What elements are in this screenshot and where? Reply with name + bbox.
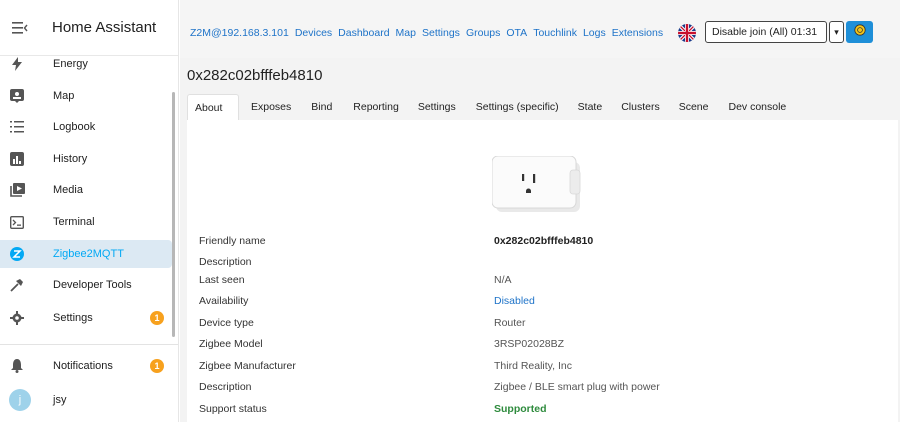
- settings-badge: 1: [150, 311, 164, 325]
- field-label: Friendly name: [199, 235, 266, 247]
- sun-icon: [853, 23, 866, 41]
- field-label: Description: [199, 381, 252, 393]
- sidebar-item-label: Logbook: [53, 121, 96, 133]
- tab-bind[interactable]: Bind: [311, 94, 332, 120]
- top-bar: Z2M@192.168.3.101 Devices Dashboard Map …: [180, 0, 900, 58]
- field-label: Support status: [199, 403, 267, 415]
- notifications-badge: 1: [150, 359, 164, 373]
- nav-groups-link[interactable]: Groups: [466, 27, 500, 39]
- user-name[interactable]: jsy: [53, 394, 66, 406]
- tab-clusters[interactable]: Clusters: [621, 94, 660, 120]
- field-value: Router: [494, 317, 526, 329]
- about-panel: Friendly name 0x282c02bfffeb4810 Descrip…: [187, 120, 898, 422]
- sidebar-item-label: Media: [53, 184, 83, 196]
- sidebar-item-label: Settings: [53, 312, 93, 324]
- field-label: Availability: [199, 295, 249, 307]
- nav-devices-link[interactable]: Devices: [295, 27, 332, 39]
- tab-about[interactable]: About: [187, 94, 239, 120]
- gear-icon: [9, 310, 25, 326]
- sidebar-item-label: History: [53, 153, 88, 165]
- sidebar-item-developer-tools[interactable]: Developer Tools: [0, 271, 172, 299]
- field-value: Third Reality, Inc: [494, 360, 572, 372]
- chart-icon: [9, 151, 25, 167]
- nav-map-link[interactable]: Map: [396, 27, 416, 39]
- field-value: 3RSP02028BZ: [494, 338, 565, 350]
- tab-scene[interactable]: Scene: [679, 94, 709, 120]
- field-model-description: Description Zigbee / BLE smart plug with…: [199, 381, 889, 397]
- field-friendly-name: Friendly name 0x282c02bfffeb4810: [199, 235, 889, 251]
- zigbee-icon: [9, 246, 25, 262]
- sidebar-item-terminal[interactable]: Terminal: [0, 208, 172, 236]
- sidebar-item-settings[interactable]: Settings 1: [0, 304, 172, 332]
- list-icon: [9, 119, 25, 135]
- bell-icon: [9, 358, 25, 374]
- field-label: Zigbee Manufacturer: [199, 360, 296, 372]
- menu-toggle-icon[interactable]: [0, 0, 40, 56]
- nav-extensions-link[interactable]: Extensions: [612, 27, 663, 39]
- tab-dev-console[interactable]: Dev console: [728, 94, 786, 120]
- field-label: Zigbee Model: [199, 338, 263, 350]
- field-value: Zigbee / BLE smart plug with power: [494, 381, 660, 393]
- support-status-value: Supported: [494, 403, 547, 415]
- field-label: Device type: [199, 317, 254, 329]
- tab-settings-specific[interactable]: Settings (specific): [476, 94, 559, 120]
- field-support-status: Support status Supported: [199, 403, 889, 419]
- sidebar-item-label: Energy: [53, 58, 88, 70]
- sidebar-item-label: Zigbee2MQTT: [53, 248, 124, 260]
- sidebar-item-label: Map: [53, 90, 75, 102]
- sidebar-item-zigbee2mqtt[interactable]: Zigbee2MQTT: [0, 240, 172, 268]
- terminal-icon: [9, 214, 25, 230]
- field-label: Description: [199, 256, 252, 268]
- sidebar: Home Assistant Energy Map Logbook Histor…: [0, 0, 179, 422]
- availability-link[interactable]: Disabled: [494, 295, 535, 307]
- sidebar-item-media[interactable]: Media: [0, 176, 172, 204]
- field-zigbee-model: Zigbee Model 3RSP02028BZ: [199, 338, 889, 354]
- z2m-nav: Z2M@192.168.3.101 Devices Dashboard Map …: [190, 27, 669, 39]
- join-dropdown-button[interactable]: ▾: [829, 21, 844, 43]
- theme-toggle-button[interactable]: [846, 21, 873, 43]
- avatar[interactable]: j: [9, 389, 31, 411]
- nav-settings-link[interactable]: Settings: [422, 27, 460, 39]
- sidebar-item-map[interactable]: Map: [0, 82, 172, 110]
- disable-join-button[interactable]: Disable join (All) 01:31: [705, 21, 827, 43]
- nav-touchlink-link[interactable]: Touchlink: [533, 27, 577, 39]
- sidebar-item-label: Developer Tools: [53, 279, 132, 291]
- app-title: Home Assistant: [52, 19, 157, 36]
- media-icon: [9, 182, 25, 198]
- field-value: N/A: [494, 274, 512, 286]
- hammer-icon: [9, 277, 25, 293]
- sidebar-header: Home Assistant: [0, 0, 178, 56]
- device-page: 0x282c02bfffeb4810 About Exposes Bind Re…: [180, 58, 900, 422]
- field-zigbee-manufacturer: Zigbee Manufacturer Third Reality, Inc: [199, 360, 889, 376]
- field-device-type: Device type Router: [199, 317, 889, 333]
- field-availability: Availability Disabled: [199, 295, 889, 311]
- nav-home-link[interactable]: Z2M@192.168.3.101: [190, 27, 289, 39]
- nav-dashboard-link[interactable]: Dashboard: [338, 27, 389, 39]
- device-title: 0x282c02bfffeb4810: [187, 67, 323, 84]
- field-label: Last seen: [199, 274, 245, 286]
- sidebar-item-label: Terminal: [53, 216, 95, 228]
- map-icon: [9, 88, 25, 104]
- field-value: 0x282c02bfffeb4810: [494, 235, 594, 247]
- field-description: Description: [199, 256, 889, 272]
- sidebar-item-label: Notifications: [53, 360, 113, 372]
- tab-settings[interactable]: Settings: [418, 94, 456, 120]
- field-last-seen: Last seen N/A: [199, 274, 889, 290]
- uk-flag-icon[interactable]: [678, 24, 696, 42]
- lightning-icon: [9, 56, 25, 72]
- sidebar-divider: [0, 344, 178, 345]
- sidebar-item-energy[interactable]: Energy: [0, 50, 172, 78]
- nav-logs-link[interactable]: Logs: [583, 27, 606, 39]
- tab-reporting[interactable]: Reporting: [353, 94, 399, 120]
- nav-ota-link[interactable]: OTA: [506, 27, 527, 39]
- tab-exposes[interactable]: Exposes: [251, 94, 291, 120]
- sidebar-item-logbook[interactable]: Logbook: [0, 113, 172, 141]
- device-tabs: About Exposes Bind Reporting Settings Se…: [187, 94, 898, 120]
- sidebar-item-history[interactable]: History: [0, 145, 172, 173]
- device-image: [491, 155, 586, 214]
- tab-state[interactable]: State: [578, 94, 603, 120]
- sidebar-item-notifications[interactable]: Notifications 1: [0, 352, 172, 380]
- sidebar-scrollbar[interactable]: [172, 92, 175, 337]
